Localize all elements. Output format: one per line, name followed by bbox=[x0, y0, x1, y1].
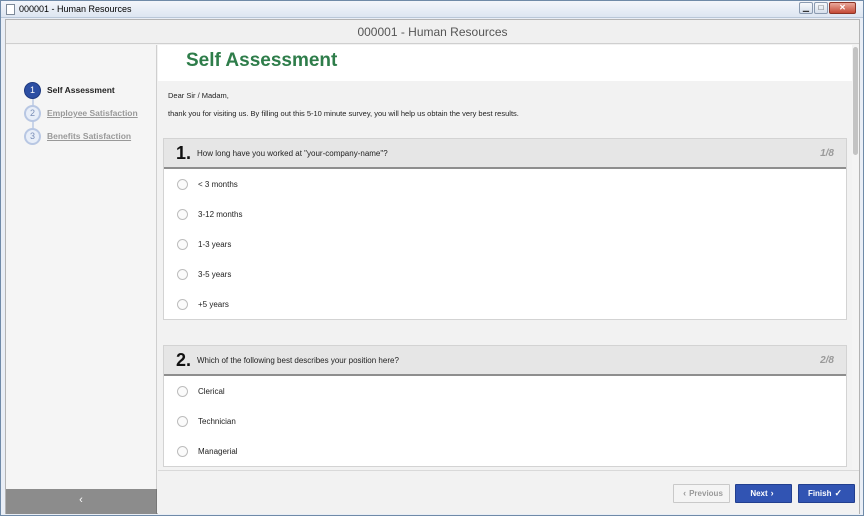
document-icon bbox=[6, 4, 15, 15]
next-button[interactable]: Next › bbox=[735, 484, 792, 503]
sidebar-step-employee-satisfaction[interactable]: 2 Employee Satisfaction bbox=[24, 104, 138, 122]
finish-button[interactable]: Finish ✓ bbox=[798, 484, 855, 503]
option-label[interactable]: 1-3 years bbox=[198, 240, 231, 249]
radio-button[interactable] bbox=[177, 446, 188, 457]
question-card-1: 1. How long have you worked at "your-com… bbox=[163, 138, 847, 320]
option-label[interactable]: Clerical bbox=[198, 387, 225, 396]
checkmark-icon: ✓ bbox=[834, 488, 843, 498]
minimize-button[interactable]: ▁ bbox=[799, 2, 813, 14]
option-label[interactable]: Managerial bbox=[198, 447, 238, 456]
answer-option[interactable]: 3-12 months bbox=[164, 199, 846, 229]
step-label: Employee Satisfaction bbox=[47, 108, 138, 118]
answer-option[interactable]: Technician bbox=[164, 406, 846, 436]
radio-button[interactable] bbox=[177, 299, 188, 310]
step-number: 3 bbox=[24, 127, 41, 145]
intro-text: thank you for visiting us. By filling ou… bbox=[168, 109, 519, 118]
finish-label: Finish bbox=[807, 489, 832, 498]
scrollbar-thumb[interactable] bbox=[853, 47, 858, 155]
question-counter: 1/8 bbox=[820, 148, 834, 159]
page-title-band: Self Assessment bbox=[158, 45, 852, 81]
survey-content[interactable]: Self Assessment Dear Sir / Madam, thank … bbox=[158, 45, 859, 470]
chevron-right-icon: › bbox=[770, 488, 774, 498]
step-label: Benefits Satisfaction bbox=[47, 131, 132, 141]
option-label[interactable]: +5 years bbox=[198, 300, 229, 309]
question-card-2: 2. Which of the following best describes… bbox=[163, 345, 847, 467]
question-number: 2. bbox=[176, 350, 192, 370]
footer-nav: ‹ Previous Next › Finish ✓ bbox=[158, 470, 859, 514]
greeting-text: Dear Sir / Madam, bbox=[168, 91, 229, 100]
application-window: 000001 - Human Resources ▁ □ ✕ 000001 - … bbox=[0, 0, 864, 516]
answer-option[interactable]: < 3 months bbox=[164, 169, 846, 199]
app-frame: 000001 - Human Resources 1 Self Assessme… bbox=[5, 19, 860, 514]
answer-option[interactable]: +5 years bbox=[164, 289, 846, 319]
answer-option[interactable]: 3-5 years bbox=[164, 259, 846, 289]
option-label[interactable]: 3-12 months bbox=[198, 210, 242, 219]
sidebar: 1 Self Assessment 2 Employee Satisfactio… bbox=[6, 45, 157, 489]
step-number: 1 bbox=[24, 81, 41, 99]
option-label[interactable]: 3-5 years bbox=[198, 270, 231, 279]
radio-button[interactable] bbox=[177, 386, 188, 397]
next-label: Next bbox=[750, 489, 768, 498]
radio-button[interactable] bbox=[177, 269, 188, 280]
previous-button[interactable]: ‹ Previous bbox=[673, 484, 730, 503]
previous-label: Previous bbox=[689, 489, 723, 498]
step-number: 2 bbox=[24, 104, 41, 122]
maximize-button[interactable]: □ bbox=[814, 2, 828, 14]
window-title: 000001 - Human Resources bbox=[19, 4, 132, 14]
vertical-scrollbar[interactable] bbox=[852, 45, 859, 470]
sidebar-collapse-button[interactable]: ‹ bbox=[6, 489, 157, 514]
radio-button[interactable] bbox=[177, 239, 188, 250]
question-number: 1. bbox=[176, 143, 192, 163]
sidebar-step-benefits-satisfaction[interactable]: 3 Benefits Satisfaction bbox=[24, 127, 131, 145]
answer-option[interactable]: Managerial bbox=[164, 436, 846, 466]
question-text: Which of the following best describes yo… bbox=[197, 356, 399, 365]
question-header: 2. Which of the following best describes… bbox=[164, 346, 846, 376]
answer-option[interactable]: 1-3 years bbox=[164, 229, 846, 259]
title-bar[interactable]: 000001 - Human Resources ▁ □ ✕ bbox=[1, 1, 863, 18]
page-title: Self Assessment bbox=[186, 50, 338, 71]
radio-button[interactable] bbox=[177, 209, 188, 220]
radio-button[interactable] bbox=[177, 416, 188, 427]
chevron-left-icon: ‹ bbox=[683, 488, 687, 498]
sidebar-step-self-assessment[interactable]: 1 Self Assessment bbox=[24, 81, 115, 99]
close-button[interactable]: ✕ bbox=[829, 2, 856, 14]
question-header: 1. How long have you worked at "your-com… bbox=[164, 139, 846, 169]
app-header-title: 000001 - Human Resources bbox=[6, 20, 859, 44]
step-label: Self Assessment bbox=[47, 85, 115, 95]
option-label[interactable]: Technician bbox=[198, 417, 236, 426]
radio-button[interactable] bbox=[177, 179, 188, 190]
option-label[interactable]: < 3 months bbox=[198, 180, 238, 189]
question-counter: 2/8 bbox=[820, 355, 834, 366]
question-text: How long have you worked at "your-compan… bbox=[197, 149, 388, 158]
answer-option[interactable]: Clerical bbox=[164, 376, 846, 406]
chevron-left-icon: ‹ bbox=[79, 494, 83, 506]
